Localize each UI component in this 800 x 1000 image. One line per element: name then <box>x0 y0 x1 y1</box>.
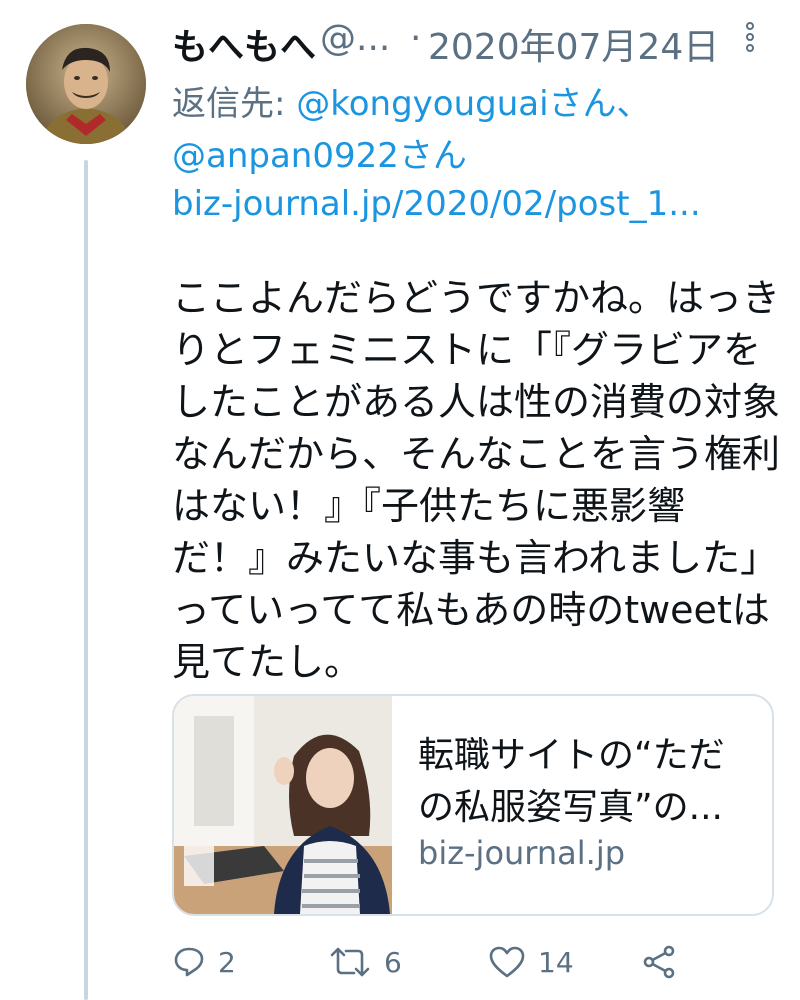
reply-to-line-2: @anpan0922さん <box>172 128 467 177</box>
card-title-line: 転職サイトの“ただ <box>418 735 725 776</box>
tweet-body: ここよんだらどうですかね。はっき りとフェミニストに「『グラビアを したことがあ… <box>172 272 781 688</box>
tweet-text-line: ここよんだらどうですかね。はっき <box>172 276 781 320</box>
reply-mention-2[interactable]: @anpan0922さん <box>172 136 467 176</box>
tweet-text-line: はない！』『子供たちに悪影響 <box>172 484 686 528</box>
tweet-link-line: biz-journal.jp/2020/02/post_1... <box>172 184 701 224</box>
link-preview-domain: biz-journal.jp <box>418 834 626 872</box>
card-title-line: の私服姿写真”の... <box>418 787 723 828</box>
heart-icon <box>489 946 525 978</box>
reply-mention-1[interactable]: @kongyouguaiさん、 <box>296 84 650 124</box>
tweet-text-line: したことがある人は性の消費の対象 <box>172 380 781 424</box>
like-button[interactable]: 14 <box>488 934 574 990</box>
more-options-icon[interactable] <box>746 22 758 62</box>
avatar-portrait-image <box>26 24 146 144</box>
retweet-icon <box>330 947 370 977</box>
reply-prefix: 返信先: <box>172 84 297 124</box>
tweet-text-line: 見てたし。 <box>172 640 363 684</box>
tweet-date[interactable]: 2020年07月24日 <box>428 18 719 70</box>
thread-connector-line <box>84 160 88 1000</box>
tweet-text-line: なんだから、そんなことを言う権利 <box>172 432 781 476</box>
tweet-link[interactable]: biz-journal.jp/2020/02/post_1... <box>172 184 701 224</box>
tweet-text-line: っていってて私もあの時のtweetは <box>172 588 770 632</box>
tweet-text-line: りとフェミニストに「『グラビアを <box>172 328 762 372</box>
tweet-actions: 2 6 14 <box>172 934 792 990</box>
author-handle[interactable]: @... <box>320 18 390 59</box>
author-avatar[interactable] <box>26 24 146 144</box>
reply-button[interactable]: 2 <box>172 934 236 990</box>
reply-icon <box>174 947 204 977</box>
retweet-button[interactable]: 6 <box>328 934 402 990</box>
link-preview-title: 転職サイトの“ただ の私服姿写真”の... <box>418 730 758 834</box>
reply-to-line: 返信先: @kongyouguaiさん、 <box>172 76 651 125</box>
header-separator: · <box>410 18 422 59</box>
retweet-count: 6 <box>384 945 402 979</box>
tweet-text-line: だ！』みたいな事も言われました」 <box>172 536 779 580</box>
reply-count: 2 <box>218 945 236 979</box>
tweet-header: もへもへ @... · 2020年07月24日 <box>172 18 772 68</box>
link-preview-card[interactable]: 転職サイトの“ただ の私服姿写真”の... biz-journal.jp <box>172 694 774 916</box>
link-preview-image <box>174 696 392 914</box>
author-name[interactable]: もへもへ <box>172 18 316 70</box>
share-button[interactable] <box>642 934 676 990</box>
share-icon <box>643 945 675 979</box>
like-count: 14 <box>538 945 574 979</box>
